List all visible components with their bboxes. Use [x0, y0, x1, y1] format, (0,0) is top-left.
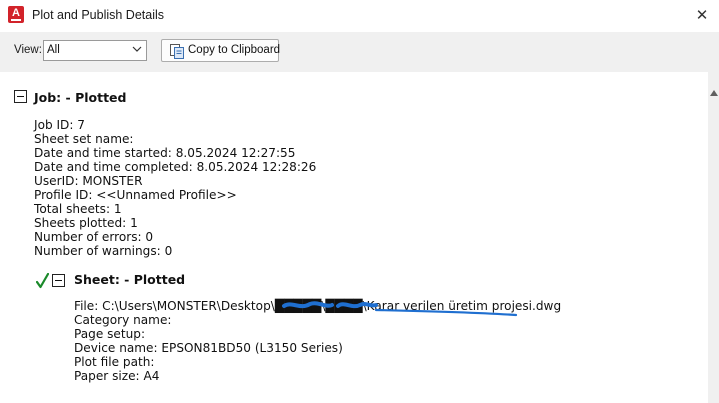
sheet-heading: Sheet: - Plotted — [74, 272, 186, 287]
vertical-scrollbar[interactable] — [708, 72, 719, 403]
scroll-up-arrow-icon[interactable] — [710, 90, 718, 96]
plot-file-path: Plot file path: — [74, 355, 155, 369]
copy-to-clipboard-button[interactable]: Copy to Clipboard — [161, 39, 281, 62]
view-select-value: All — [47, 44, 60, 56]
number-of-warnings: Number of warnings: 0 — [34, 244, 173, 258]
profile-id: Profile ID: <<Unnamed Profile>> — [34, 188, 237, 202]
clipboard-icon — [170, 44, 184, 59]
redaction-scribble — [282, 301, 518, 317]
view-label: View: — [14, 44, 42, 56]
paper-size: Paper size: A4 — [74, 369, 160, 383]
checkmark-icon — [36, 273, 49, 289]
sheet-set-name: Sheet set name: — [34, 132, 134, 146]
device-name: Device name: EPSON81BD50 (L3150 Series) — [74, 341, 343, 355]
number-of-errors: Number of errors: 0 — [34, 230, 154, 244]
total-sheets: Total sheets: 1 — [34, 202, 122, 216]
window-title: Plot and Publish Details — [32, 8, 165, 22]
details-pane: Job: - Plotted Job ID: 7 Sheet set name:… — [0, 72, 708, 403]
view-select[interactable]: All — [43, 40, 147, 61]
category-name: Category name: — [74, 313, 172, 327]
job-heading: Job: - Plotted — [34, 90, 127, 105]
app-logo-icon: A — [8, 6, 24, 23]
sheet-collapse-toggle[interactable] — [52, 274, 65, 287]
date-started: Date and time started: 8.05.2024 12:27:5… — [34, 146, 296, 160]
job-id: Job ID: 7 — [34, 118, 85, 132]
title-bar: A Plot and Publish Details ✕ — [0, 0, 719, 32]
user-id: UserID: MONSTER — [34, 174, 143, 188]
copy-button-label: Copy to Clipboard — [188, 44, 281, 56]
date-completed: Date and time completed: 8.05.2024 12:28… — [34, 160, 317, 174]
close-button[interactable]: ✕ — [690, 4, 714, 26]
toolbar: View: All Copy to Clipboard — [0, 32, 719, 72]
page-setup: Page setup: — [74, 327, 146, 341]
job-collapse-toggle[interactable] — [14, 90, 27, 103]
sheets-plotted: Sheets plotted: 1 — [34, 216, 138, 230]
chevron-down-icon — [132, 46, 142, 52]
